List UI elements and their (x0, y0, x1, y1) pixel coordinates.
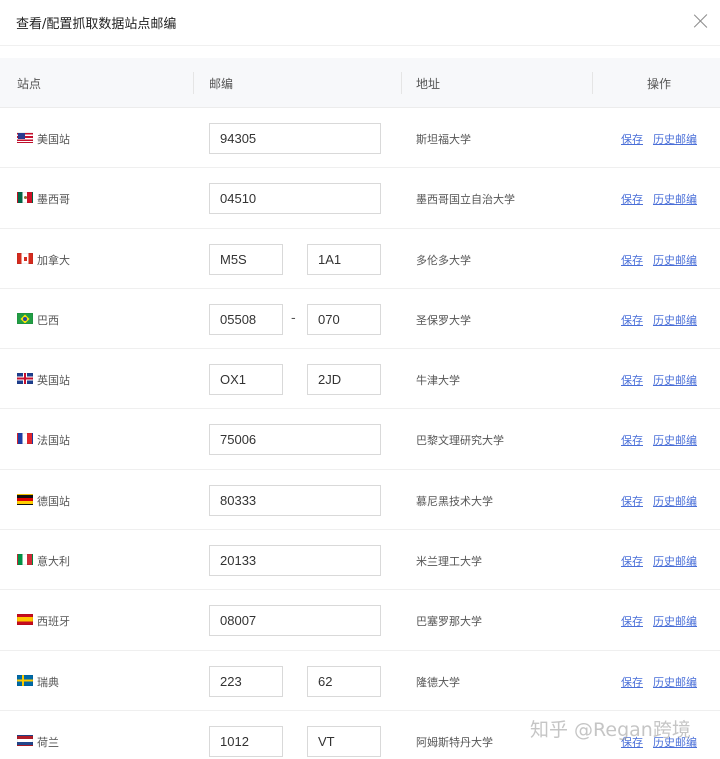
zip-input-part1[interactable] (209, 243, 283, 275)
table-row: 意大利 米兰理工大学 保存 历史邮编 (0, 530, 720, 591)
history-zip-link[interactable]: 历史邮编 (653, 674, 697, 690)
address-text: 牛津大学 (416, 374, 460, 388)
sweden-flag-icon (17, 674, 33, 686)
table-header: 站点 邮编 地址 操作 (0, 58, 720, 108)
italy-flag-icon (17, 554, 33, 566)
france-flag-icon (17, 433, 33, 445)
site-name: 意大利 (37, 555, 70, 569)
address-text: 墨西哥国立自治大学 (416, 193, 515, 207)
save-link[interactable]: 保存 (621, 191, 643, 207)
zip-input[interactable] (209, 545, 381, 577)
zip-input-part2[interactable] (307, 364, 381, 396)
address-text: 巴塞罗那大学 (416, 615, 482, 629)
address-text: 巴黎文理研究大学 (416, 434, 504, 448)
table-row: 瑞典 隆德大学 保存 历史邮编 (0, 651, 720, 711)
column-header-zip: 邮编 (209, 77, 234, 91)
history-zip-link[interactable]: 历史邮编 (653, 191, 697, 207)
address-text: 斯坦福大学 (416, 133, 471, 146)
zip-input-part1[interactable] (209, 303, 283, 335)
column-header-actions: 操作 (647, 77, 672, 91)
history-zip-link[interactable]: 历史邮编 (653, 131, 697, 147)
zip-input-part2[interactable] (307, 725, 381, 757)
zip-input-part2[interactable] (307, 243, 381, 275)
column-divider (401, 72, 402, 94)
site-name: 西班牙 (37, 615, 70, 629)
save-link[interactable]: 保存 (621, 252, 643, 268)
dialog-title: 查看/配置抓取数据站点邮编 (16, 17, 177, 32)
zip-input-part1[interactable] (209, 665, 283, 697)
table-row: 西班牙 巴塞罗那大学 保存 历史邮编 (0, 590, 720, 651)
table-row: 加拿大 多伦多大学 保存 历史邮编 (0, 229, 720, 289)
address-text: 米兰理工大学 (416, 555, 482, 569)
table-body: 美国站 斯坦福大学 保存 历史邮编 墨西哥 墨西哥国立自治大学 保存 历史邮编 … (0, 108, 720, 759)
history-zip-link[interactable]: 历史邮编 (653, 252, 697, 268)
table-row: 巴西 - 圣保罗大学 保存 历史邮编 (0, 289, 720, 350)
save-link[interactable]: 保存 (621, 553, 643, 569)
column-divider (592, 72, 593, 94)
site-name: 美国站 (37, 133, 70, 146)
zip-input[interactable] (209, 183, 381, 215)
table-row: 德国站 慕尼黑技术大学 保存 历史邮编 (0, 470, 720, 531)
history-zip-link[interactable]: 历史邮编 (653, 553, 697, 569)
save-link[interactable]: 保存 (621, 131, 643, 147)
zip-input-part1[interactable] (209, 364, 283, 396)
zip-separator: - (291, 310, 296, 326)
history-zip-link[interactable]: 历史邮编 (653, 613, 697, 629)
save-link[interactable]: 保存 (621, 674, 643, 690)
table-row: 英国站 牛津大学 保存 历史邮编 (0, 349, 720, 410)
address-text: 阿姆斯特丹大学 (416, 735, 493, 749)
zip-input[interactable] (209, 123, 381, 154)
site-name: 巴西 (37, 313, 59, 327)
netherlands-flag-icon (17, 734, 33, 746)
save-link[interactable]: 保存 (621, 613, 643, 629)
history-zip-link[interactable]: 历史邮编 (653, 312, 697, 328)
site-name: 墨西哥 (37, 193, 70, 207)
history-zip-link[interactable]: 历史邮编 (653, 372, 697, 388)
column-header-address: 地址 (416, 77, 441, 91)
table-row: 法国站 巴黎文理研究大学 保存 历史邮编 (0, 409, 720, 470)
address-text: 多伦多大学 (416, 253, 471, 267)
zip-input[interactable] (209, 605, 381, 637)
site-name: 瑞典 (37, 675, 59, 689)
column-header-site: 站点 (17, 77, 42, 91)
save-link[interactable]: 保存 (621, 372, 643, 388)
history-zip-link[interactable]: 历史邮编 (653, 432, 697, 448)
site-name: 法国站 (37, 434, 70, 448)
spain-flag-icon (17, 614, 33, 626)
uk-flag-icon (17, 373, 33, 385)
close-icon[interactable] (690, 10, 712, 32)
save-link[interactable]: 保存 (621, 493, 643, 509)
brazil-flag-icon (17, 312, 33, 324)
table-row: 美国站 斯坦福大学 保存 历史邮编 (0, 108, 720, 169)
table-row: 墨西哥 墨西哥国立自治大学 保存 历史邮编 (0, 168, 720, 229)
zip-input[interactable] (209, 424, 381, 456)
zip-input-part2[interactable] (307, 303, 381, 335)
history-zip-link[interactable]: 历史邮编 (653, 493, 697, 509)
address-text: 圣保罗大学 (416, 313, 471, 327)
us-flag-icon (17, 132, 33, 143)
canada-flag-icon (17, 252, 33, 264)
site-name: 荷兰 (37, 735, 59, 749)
address-text: 慕尼黑技术大学 (416, 494, 493, 508)
zip-input[interactable] (209, 484, 381, 516)
address-text: 隆德大学 (416, 675, 460, 689)
site-name: 英国站 (37, 374, 70, 388)
site-name: 加拿大 (37, 253, 70, 267)
save-link[interactable]: 保存 (621, 312, 643, 328)
germany-flag-icon (17, 493, 33, 505)
dialog-header: 查看/配置抓取数据站点邮编 (0, 0, 720, 46)
zip-input-part2[interactable] (307, 665, 381, 697)
column-divider (193, 72, 194, 94)
save-link[interactable]: 保存 (621, 432, 643, 448)
mexico-flag-icon (17, 192, 33, 204)
site-name: 德国站 (37, 494, 70, 508)
zip-input-part1[interactable] (209, 725, 283, 757)
watermark: 知乎 @Regan跨境 (530, 719, 691, 741)
